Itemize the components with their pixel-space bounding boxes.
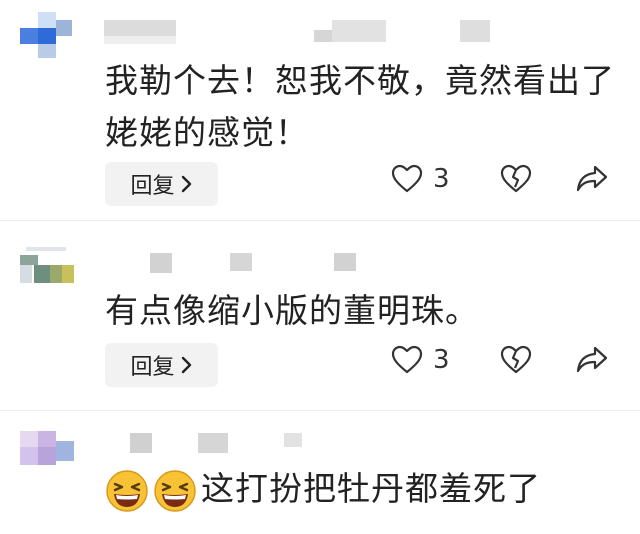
reply-button[interactable]: 回复 (105, 162, 218, 206)
comment-item: 我勒个去！恕我不敬，竟然看出了姥姥的感觉！ 回复 3 (0, 0, 640, 220)
share-button[interactable] (575, 164, 609, 194)
comment-text: 有点像缩小版的董明珠。 (105, 291, 479, 330)
username-redacted (284, 433, 302, 447)
grinning-squinting-face-icon (153, 469, 197, 513)
comment-actions: 回复 3 (105, 162, 620, 206)
username-redacted (314, 30, 332, 42)
like-button[interactable]: 3 (391, 164, 450, 194)
avatar[interactable] (20, 425, 74, 473)
username-redacted (104, 36, 176, 44)
share-arrow-icon (575, 164, 609, 194)
username-redacted (150, 253, 172, 273)
comment-text: 我勒个去！恕我不敬，竟然看出了姥姥的感觉！ (105, 61, 615, 152)
like-button[interactable]: 3 (391, 345, 450, 375)
username-redacted (332, 20, 386, 42)
username-redacted (130, 433, 152, 453)
comment-item: 有点像缩小版的董明珠。 回复 3 (0, 220, 640, 401)
share-button[interactable] (575, 345, 609, 375)
like-count: 3 (433, 345, 450, 375)
avatar[interactable] (20, 12, 74, 60)
broken-heart-icon (500, 164, 532, 194)
username-redacted (334, 253, 356, 271)
reply-label: 回复 (130, 174, 175, 199)
chevron-right-icon (181, 355, 193, 375)
broken-heart-icon (500, 345, 532, 375)
reply-label: 回复 (130, 355, 175, 380)
username-redacted (230, 253, 252, 271)
comment-text: 这打扮把牡丹都羞死了 (201, 469, 541, 508)
comment-text-row: 这打扮把牡丹都羞死了 (105, 463, 620, 515)
reply-button[interactable]: 回复 (105, 343, 218, 387)
like-count: 3 (433, 164, 450, 194)
avatar[interactable] (20, 247, 74, 295)
grinning-squinting-face-icon (105, 469, 149, 513)
comment-item: 这打扮把牡丹都羞死了 (0, 410, 640, 534)
comment-actions: 回复 3 (105, 343, 620, 387)
dislike-button[interactable] (500, 345, 532, 375)
dislike-button[interactable] (500, 164, 532, 194)
chevron-right-icon (181, 174, 193, 194)
heart-icon (391, 164, 423, 194)
username-redacted (198, 433, 228, 453)
heart-icon (391, 345, 423, 375)
share-arrow-icon (575, 345, 609, 375)
username-redacted (460, 20, 490, 42)
